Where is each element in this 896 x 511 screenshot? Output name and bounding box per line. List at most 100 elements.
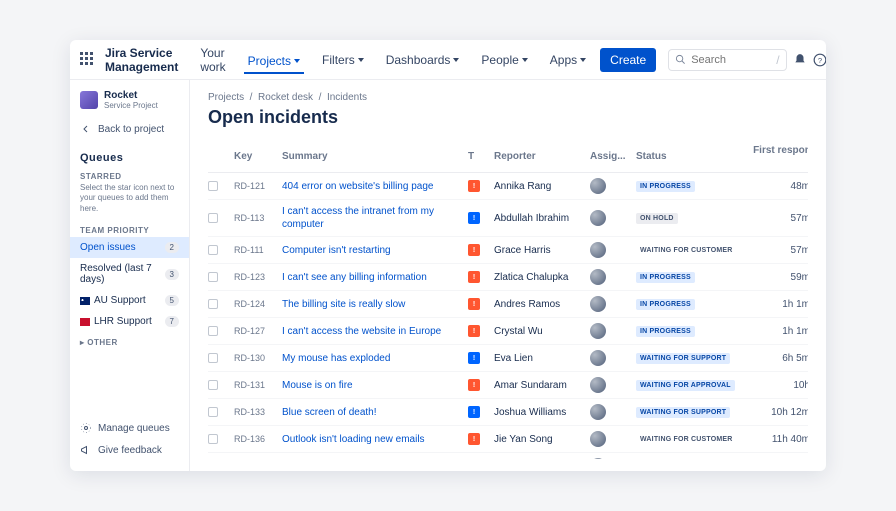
table-row: RD-121 404 error on website's billing pag… [208, 173, 808, 200]
reporter-name: Eva Lien [494, 353, 584, 364]
col-type[interactable]: T [468, 151, 488, 162]
first-response-value: 10h [752, 380, 808, 391]
search-input[interactable] [691, 54, 771, 66]
back-to-project[interactable]: Back to project [70, 118, 189, 140]
status-badge: ON HOLD [636, 213, 678, 224]
issue-key[interactable]: RD-130 [234, 353, 276, 363]
assignee-avatar[interactable] [590, 431, 606, 447]
issue-key[interactable]: RD-111 [234, 245, 276, 255]
search-box[interactable]: / [668, 49, 786, 71]
status-badge: WAITING FOR CUSTOMER [636, 434, 737, 445]
gear-icon [80, 422, 92, 434]
col-assignee[interactable]: Assig... [590, 151, 630, 162]
queue-item[interactable]: AU Support5 [70, 290, 189, 311]
chevron-down-icon [522, 58, 528, 62]
issue-key[interactable]: RD-136 [234, 434, 276, 444]
issue-key[interactable]: RD-124 [234, 299, 276, 309]
row-checkbox[interactable] [208, 326, 218, 336]
issue-summary[interactable]: Computer isn't restarting [282, 245, 462, 256]
queue-label: AU Support [94, 295, 146, 306]
col-reporter[interactable]: Reporter [494, 151, 584, 162]
nav-apps[interactable]: Apps [546, 47, 590, 73]
issue-summary[interactable]: I can't see any billing information [282, 272, 462, 283]
crumb-rocket-desk[interactable]: Rocket desk [258, 92, 313, 103]
row-checkbox[interactable] [208, 353, 218, 363]
nav-dashboards[interactable]: Dashboards [382, 47, 464, 73]
row-checkbox[interactable] [208, 181, 218, 191]
issue-type-icon: ! [468, 212, 480, 224]
assignee-avatar[interactable] [590, 269, 606, 285]
issue-key[interactable]: RD-133 [234, 407, 276, 417]
col-first-response[interactable]: First response ↑ [752, 145, 808, 167]
nav-people[interactable]: People [477, 47, 531, 73]
sidebar: Rocket Service Project Back to project Q… [70, 80, 190, 471]
issue-type-icon: ! [468, 244, 480, 256]
issue-summary[interactable]: My mouse has exploded [282, 353, 462, 364]
row-checkbox[interactable] [208, 213, 218, 223]
assignee-avatar[interactable] [590, 178, 606, 194]
megaphone-icon [80, 444, 92, 456]
nav-your-work[interactable]: Your work [196, 40, 229, 80]
issue-summary[interactable]: Outlook isn't loading new emails [282, 434, 462, 445]
row-checkbox[interactable] [208, 380, 218, 390]
assignee-avatar[interactable] [590, 404, 606, 420]
issue-key[interactable]: RD-123 [234, 272, 276, 282]
issue-summary[interactable]: The billing site is really slow [282, 299, 462, 310]
chevron-down-icon [358, 58, 364, 62]
nav-projects[interactable]: Projects [244, 48, 304, 74]
assignee-avatar[interactable] [590, 242, 606, 258]
status-badge: WAITING FOR CUSTOMER [636, 245, 737, 256]
row-checkbox[interactable] [208, 245, 218, 255]
issue-summary[interactable]: I can't access the website in Europe [282, 326, 462, 337]
issue-summary[interactable]: Blue screen of death! [282, 407, 462, 418]
issue-type-icon: ! [468, 379, 480, 391]
col-key[interactable]: Key [234, 151, 276, 162]
issue-type-icon: ! [468, 325, 480, 337]
manage-queues[interactable]: Manage queues [70, 417, 189, 439]
issue-summary[interactable]: 404 error on website's billing page [282, 181, 462, 192]
nav-filters[interactable]: Filters [318, 47, 368, 73]
queue-label: Resolved (last 7 days) [80, 263, 165, 285]
status-badge: WAITING FOR SUPPORT [636, 353, 730, 364]
other-header[interactable]: ▸ Other [70, 332, 189, 349]
table-row: RD-131Mouse is on fire!Amar SundaramWAIT… [208, 372, 808, 399]
table-row: RD-124The billing site is really slow!An… [208, 291, 808, 318]
queue-item[interactable]: Open issues2 [70, 237, 189, 258]
assignee-avatar[interactable] [590, 210, 606, 226]
row-checkbox[interactable] [208, 407, 218, 417]
col-status[interactable]: Status [636, 151, 746, 162]
give-feedback[interactable]: Give feedback [70, 439, 189, 461]
main-content: Projects / Rocket desk / Incidents Open … [190, 80, 826, 471]
assignee-avatar[interactable] [590, 350, 606, 366]
notifications-icon[interactable] [793, 52, 807, 68]
issue-key[interactable]: RD-121 [234, 181, 276, 191]
row-checkbox[interactable] [208, 299, 218, 309]
page-title: Open incidents [208, 107, 808, 128]
row-checkbox[interactable] [208, 272, 218, 282]
app-switcher-icon[interactable] [80, 52, 93, 68]
col-summary[interactable]: Summary [282, 151, 462, 162]
project-header[interactable]: Rocket Service Project [70, 90, 189, 118]
crumb-projects[interactable]: Projects [208, 92, 244, 103]
help-icon[interactable]: ? [813, 52, 826, 68]
assignee-avatar[interactable] [590, 458, 606, 459]
reporter-name: Abdullah Ibrahim [494, 213, 584, 224]
assignee-avatar[interactable] [590, 296, 606, 312]
issue-summary[interactable]: I can't access the intranet from my comp… [282, 205, 462, 231]
reporter-name: Amar Sundaram [494, 380, 584, 391]
reporter-name: Jie Yan Song [494, 434, 584, 445]
queue-item[interactable]: Resolved (last 7 days)3 [70, 258, 189, 290]
issue-key[interactable]: RD-127 [234, 326, 276, 336]
issue-type-icon: ! [468, 433, 480, 445]
row-checkbox[interactable] [208, 434, 218, 444]
queue-item[interactable]: LHR Support7 [70, 311, 189, 332]
queue-count: 3 [165, 269, 179, 280]
assignee-avatar[interactable] [590, 323, 606, 339]
issue-key[interactable]: RD-113 [234, 213, 276, 223]
create-button[interactable]: Create [600, 48, 656, 72]
project-type: Service Project [104, 101, 158, 110]
issue-key[interactable]: RD-131 [234, 380, 276, 390]
assignee-avatar[interactable] [590, 377, 606, 393]
issue-summary[interactable]: Mouse is on fire [282, 380, 462, 391]
crumb-incidents[interactable]: Incidents [327, 92, 367, 103]
